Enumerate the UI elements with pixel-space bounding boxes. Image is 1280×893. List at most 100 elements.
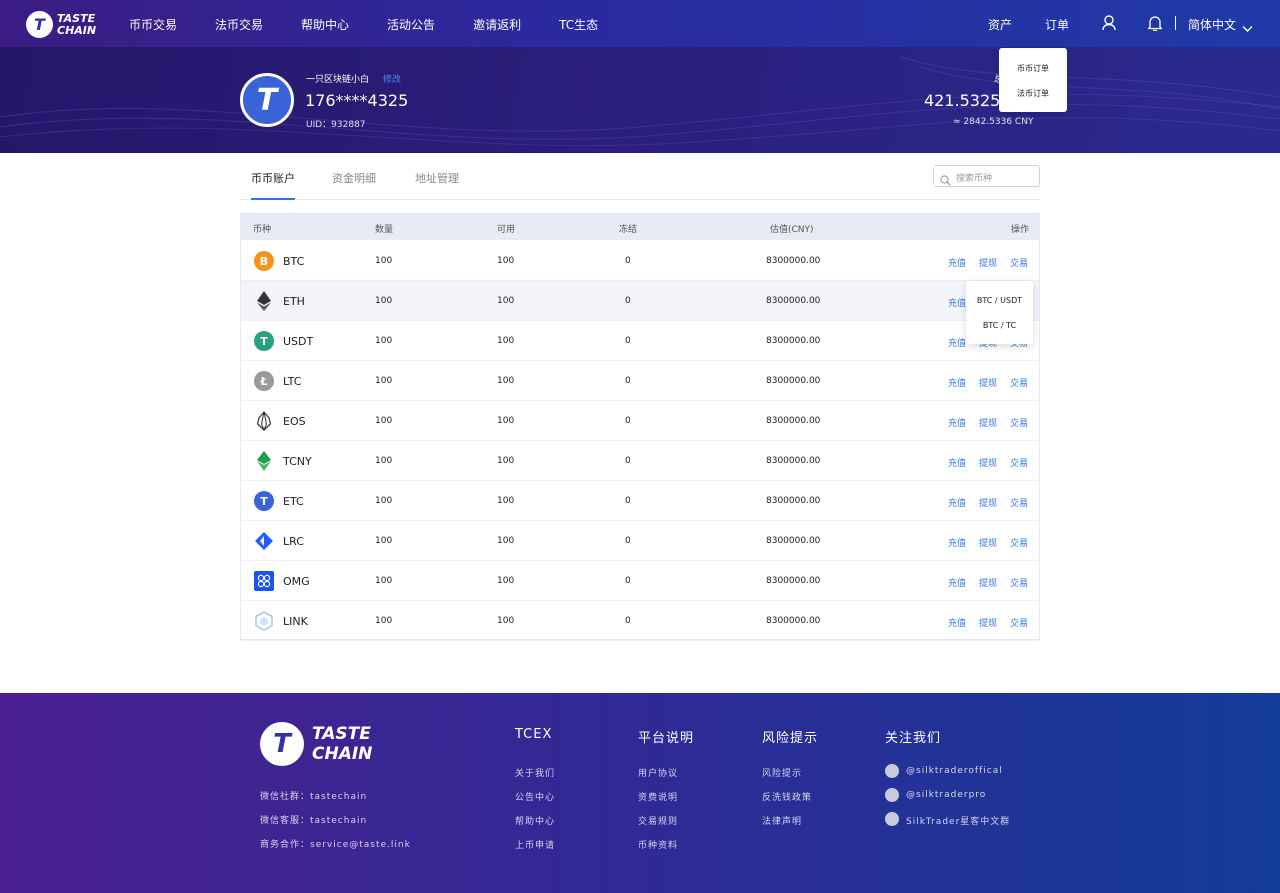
cell-quantity: 100 — [375, 496, 393, 506]
nav-item-orders[interactable]: 订单 — [1045, 16, 1069, 33]
trade-button[interactable]: 交易 — [1010, 496, 1028, 509]
trade-button[interactable]: 交易 — [1010, 416, 1028, 429]
deposit-button[interactable]: 充值 — [948, 416, 966, 429]
footer-link[interactable]: @silktraderoffical — [906, 766, 1003, 776]
logo-text-line1: TASTE — [57, 11, 96, 25]
trade-button[interactable]: 交易 — [1010, 256, 1028, 269]
table-row: EOS 100 100 0 8300000.00 充值 提现 交易 — [241, 401, 1039, 441]
deposit-button[interactable]: 充值 — [948, 576, 966, 589]
cell-valuation: 8300000.00 — [766, 496, 821, 506]
main-nav: 币币交易 法币交易 帮助中心 活动公告 邀请返利 TC生态 — [129, 16, 636, 33]
trade-button[interactable]: 交易 — [1010, 576, 1028, 589]
footer-link[interactable]: 交易规则 — [638, 814, 678, 827]
coin-name: TCNY — [283, 455, 312, 468]
eth-coin-icon — [254, 291, 274, 311]
footer-link[interactable]: 币种资料 — [638, 838, 678, 851]
coin-name: LTC — [283, 375, 302, 388]
chevron-down-icon[interactable] — [1242, 18, 1253, 37]
footer-business-contact[interactable]: 商务合作：service@taste.link — [260, 837, 411, 850]
footer-link[interactable]: @silktraderpro — [906, 790, 986, 800]
tab-fund-details[interactable]: 资金明细 — [332, 170, 376, 186]
cell-frozen: 0 — [625, 256, 631, 266]
footer-link[interactable]: 风险提示 — [762, 766, 802, 779]
footer-link[interactable]: 反洗钱政策 — [762, 790, 812, 803]
tab-spot-account[interactable]: 币币账户 — [251, 170, 295, 186]
avatar[interactable]: T — [240, 73, 294, 127]
nav-item-spot-trade[interactable]: 币币交易 — [129, 16, 177, 33]
footer-link[interactable]: 帮助中心 — [515, 814, 555, 827]
social-icon[interactable] — [885, 788, 899, 802]
footer-logo[interactable]: T TASTE CHAIN — [260, 722, 372, 766]
search-icon — [940, 171, 951, 190]
withdraw-button[interactable]: 提现 — [979, 456, 997, 469]
user-icon[interactable] — [1102, 15, 1116, 31]
social-icon[interactable] — [885, 764, 899, 778]
coin-name: ETC — [283, 495, 304, 508]
usdt-coin-icon: T — [254, 331, 274, 351]
withdraw-button[interactable]: 提现 — [979, 496, 997, 509]
orders-menu-spot[interactable]: 币币订单 — [999, 63, 1067, 74]
coin-name: LINK — [283, 615, 308, 628]
deposit-button[interactable]: 充值 — [948, 536, 966, 549]
footer-link[interactable]: 用户协议 — [638, 766, 678, 779]
trade-pair-btc-tc[interactable]: BTC / TC — [966, 321, 1033, 330]
cell-frozen: 0 — [625, 536, 631, 546]
brand-logo[interactable]: T TASTE CHAIN — [26, 11, 96, 38]
deposit-button[interactable]: 充值 — [948, 256, 966, 269]
deposit-button[interactable]: 充值 — [948, 616, 966, 629]
trade-button[interactable]: 交易 — [1010, 456, 1028, 469]
table-row: LRC 100 100 0 8300000.00 充值 提现 交易 — [241, 521, 1039, 561]
withdraw-button[interactable]: 提现 — [979, 376, 997, 389]
eos-coin-icon — [254, 411, 274, 431]
withdraw-button[interactable]: 提现 — [979, 576, 997, 589]
cell-available: 100 — [497, 336, 515, 346]
cell-available: 100 — [497, 296, 515, 306]
uid-label: UID：932887 — [306, 120, 366, 130]
nav-item-otc-trade[interactable]: 法币交易 — [215, 16, 263, 33]
table-row: T ETC 100 100 0 8300000.00 充值 提现 交易 — [241, 481, 1039, 521]
tab-address-management[interactable]: 地址管理 — [415, 170, 459, 186]
footer-wechat-group: 微信社群：tastechain — [260, 792, 368, 802]
trade-button[interactable]: 交易 — [1010, 616, 1028, 629]
withdraw-button[interactable]: 提现 — [979, 536, 997, 549]
language-selector[interactable]: 简体中文 — [1188, 16, 1236, 33]
nav-item-help[interactable]: 帮助中心 — [301, 16, 349, 33]
cell-valuation: 8300000.00 — [766, 456, 821, 466]
withdraw-button[interactable]: 提现 — [979, 256, 997, 269]
footer-link[interactable]: 上币申请 — [515, 838, 555, 851]
orders-menu-otc[interactable]: 法币订单 — [999, 88, 1067, 99]
deposit-button[interactable]: 充值 — [948, 336, 966, 349]
th-coin: 币种 — [253, 225, 272, 235]
trade-pair-btc-usdt[interactable]: BTC / USDT — [966, 296, 1033, 305]
trade-button[interactable]: 交易 — [1010, 536, 1028, 549]
search-input[interactable]: 搜索币种 — [933, 165, 1040, 187]
withdraw-button[interactable]: 提现 — [979, 416, 997, 429]
omg-coin-icon — [254, 571, 274, 591]
footer-link[interactable]: 关于我们 — [515, 766, 555, 779]
edit-nickname-link[interactable]: 修改 — [383, 72, 401, 85]
deposit-button[interactable]: 充值 — [948, 496, 966, 509]
footer-link[interactable]: SilkTrader星客中文群 — [906, 814, 1010, 827]
nav-item-assets[interactable]: 资产 — [988, 16, 1012, 33]
table-row: Ł LTC 100 100 0 8300000.00 充值 提现 交易 — [241, 361, 1039, 401]
bell-icon[interactable] — [1146, 15, 1164, 32]
nav-item-tc-ecosystem[interactable]: TC生态 — [559, 16, 598, 33]
nav-item-announcements[interactable]: 活动公告 — [387, 16, 435, 33]
footer-link[interactable]: 法律声明 — [762, 814, 802, 827]
coin-name: USDT — [283, 335, 314, 348]
deposit-button[interactable]: 充值 — [948, 376, 966, 389]
balance-cny: ≈ 2842.5336 CNY — [953, 117, 1034, 127]
footer-link[interactable]: 资费说明 — [638, 790, 678, 803]
trade-button[interactable]: 交易 — [1010, 376, 1028, 389]
table-row: LINK 100 100 0 8300000.00 充值 提现 交易 — [241, 601, 1039, 641]
deposit-button[interactable]: 充值 — [948, 296, 966, 309]
cell-available: 100 — [497, 536, 515, 546]
withdraw-button[interactable]: 提现 — [979, 616, 997, 629]
top-navbar: T TASTE CHAIN 币币交易 法币交易 帮助中心 活动公告 邀请返利 T… — [0, 0, 1280, 47]
deposit-button[interactable]: 充值 — [948, 456, 966, 469]
footer-link[interactable]: 公告中心 — [515, 790, 555, 803]
account-tabs: 币币账户 资金明细 地址管理 — [240, 153, 1040, 200]
nav-item-referral[interactable]: 邀请返利 — [473, 16, 521, 33]
cell-available: 100 — [497, 416, 515, 426]
social-icon[interactable] — [885, 812, 899, 826]
